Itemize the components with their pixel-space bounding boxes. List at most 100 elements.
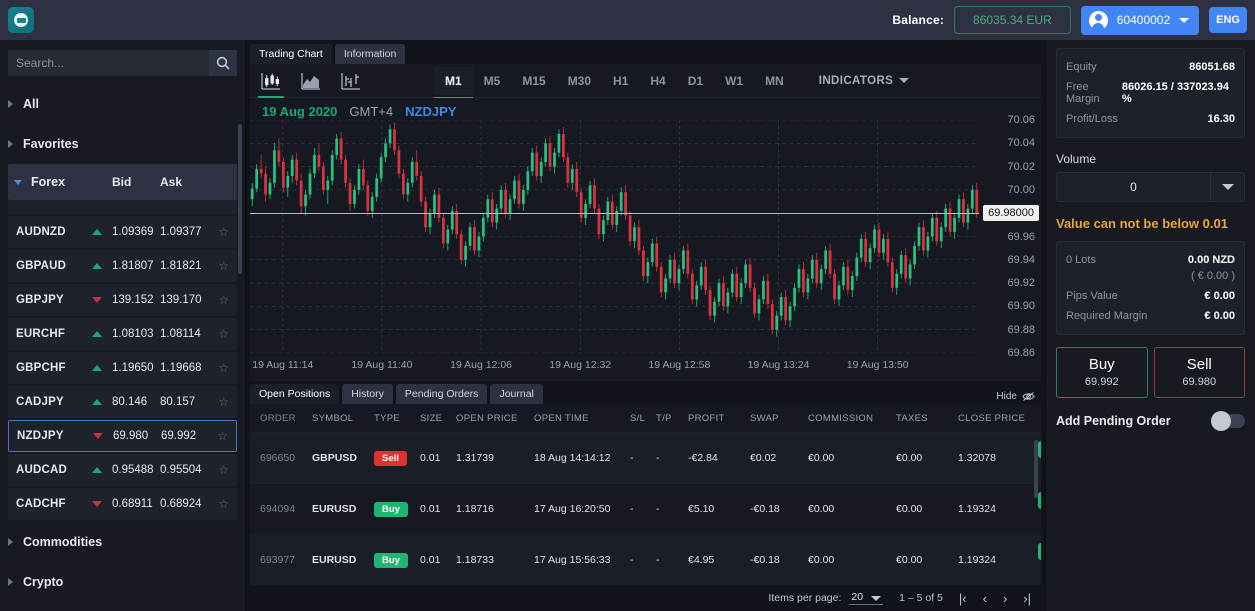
edit-button[interactable]: Edit bbox=[1038, 543, 1041, 560]
favorite-star-icon[interactable]: ☆ bbox=[218, 463, 229, 477]
volume-dropdown-button[interactable] bbox=[1210, 173, 1244, 201]
timeframe-m5[interactable]: M5 bbox=[473, 67, 512, 95]
timeframe-m30[interactable]: M30 bbox=[557, 67, 602, 95]
symbol-row-eurchf[interactable]: EURCHF 1.08103 1.08114 ☆ bbox=[8, 318, 237, 350]
tab-open-positions[interactable]: Open Positions bbox=[250, 384, 340, 404]
tab-journal[interactable]: Journal bbox=[490, 384, 543, 404]
symbol-row-gbpchf[interactable]: GBPCHF 1.19650 1.19668 ☆ bbox=[8, 352, 237, 384]
sidebar-group-crypto[interactable]: Crypto bbox=[0, 562, 245, 602]
chevron-down-icon bbox=[14, 179, 22, 185]
volume-input[interactable]: 0 bbox=[1056, 172, 1245, 202]
positions-table-wrap[interactable]: ORDER SYMBOL TYPE SIZE OPEN PRICE OPEN T… bbox=[250, 404, 1041, 585]
symbol-bid: 1.19650 bbox=[112, 362, 154, 374]
stat-value: 16.30 bbox=[1207, 113, 1235, 125]
candlestick-chart-icon[interactable] bbox=[256, 68, 286, 98]
search-input[interactable] bbox=[8, 50, 209, 76]
symbol-row-nzdjpy[interactable]: NZDJPY 69.980 69.992 ☆ bbox=[8, 420, 237, 452]
indicators-button[interactable]: INDICATORS bbox=[819, 75, 910, 87]
timeframe-d1[interactable]: D1 bbox=[677, 67, 714, 95]
favorite-star-icon[interactable]: ☆ bbox=[218, 225, 229, 239]
symbol-row-audnzd[interactable]: AUDNZD 1.09369 1.09377 ☆ bbox=[8, 216, 237, 248]
favorite-star-icon[interactable]: ☆ bbox=[218, 259, 229, 273]
sidebar-group-forex[interactable]: Forex Bid Ask bbox=[8, 164, 237, 200]
y-axis-tick: 70.02 bbox=[1007, 160, 1035, 173]
symbol-row-cadchf[interactable]: CADCHF 0.68911 0.68924 ☆ bbox=[8, 488, 237, 520]
sidebar-scrollbar[interactable] bbox=[238, 124, 242, 274]
table-scrollbar[interactable] bbox=[1034, 440, 1038, 498]
sell-button[interactable]: Sell 69.980 bbox=[1153, 347, 1245, 398]
symbol-row-gbpjpy[interactable]: GBPJPY 139.152 139.170 ☆ bbox=[8, 284, 237, 316]
y-axis-tick: 69.88 bbox=[1007, 323, 1035, 336]
symbol-ask: 1.19668 bbox=[160, 362, 202, 374]
edit-button[interactable]: Edit bbox=[1038, 441, 1041, 458]
chevron-right-icon bbox=[8, 100, 13, 108]
language-selector[interactable]: ENG bbox=[1209, 7, 1247, 33]
favorite-star-icon[interactable]: ☆ bbox=[218, 395, 229, 409]
symbol-list[interactable]: All Favorites Forex Bid Ask AUDNZD 1.0936… bbox=[0, 84, 245, 611]
sell-label: Sell bbox=[1186, 356, 1212, 373]
favorite-star-icon[interactable]: ☆ bbox=[217, 429, 228, 443]
symbol-ask: 0.95504 bbox=[160, 464, 202, 476]
volume-warning: Value can not be below 0.01 bbox=[1056, 216, 1245, 231]
last-page-button[interactable]: ›| bbox=[1023, 591, 1031, 606]
symbol-name: AUDCAD bbox=[16, 464, 68, 476]
volume-value: 0 bbox=[1130, 180, 1137, 194]
cell-commission: €0.00 bbox=[808, 452, 835, 464]
app-logo-icon[interactable] bbox=[8, 7, 34, 33]
sidebar-group-indeces[interactable]: Indeces bbox=[0, 602, 245, 611]
favorite-star-icon[interactable]: ☆ bbox=[218, 497, 229, 511]
symbol-row-gbpaud[interactable]: GBPAUD 1.81807 1.81821 ☆ bbox=[8, 250, 237, 282]
symbol-ask: 1.81821 bbox=[160, 260, 202, 272]
timeframe-mn[interactable]: MN bbox=[754, 67, 795, 95]
area-chart-icon[interactable] bbox=[296, 68, 326, 94]
hide-panel-button[interactable]: Hide bbox=[996, 391, 1035, 402]
chart-timezone: GMT+4 bbox=[349, 104, 394, 119]
favorite-star-icon[interactable]: ☆ bbox=[218, 293, 229, 307]
stat-label: Free Margin bbox=[1066, 81, 1100, 105]
favorite-star-icon[interactable]: ☆ bbox=[218, 361, 229, 375]
sidebar-group-label: Forex bbox=[31, 175, 66, 189]
symbol-bid: 69.980 bbox=[113, 430, 149, 442]
cell-profit: -€2.84 bbox=[688, 452, 718, 464]
buy-button[interactable]: Buy 69.992 bbox=[1056, 347, 1148, 398]
symbol-name: GBPJPY bbox=[16, 294, 64, 306]
cell-close-price: 1.32078 bbox=[958, 452, 996, 464]
search-icon bbox=[216, 56, 230, 70]
table-row[interactable]: 693977 EURUSD Buy 0.01 1.18733 17 Aug 15:56:3… bbox=[250, 534, 1041, 585]
timeframe-w1[interactable]: W1 bbox=[714, 67, 754, 95]
table-row[interactable]: 696650 GBPUSD Sell 0.01 1.31739 18 Aug 14:14:… bbox=[250, 432, 1041, 484]
symbol-row-audcad[interactable]: AUDCAD 0.95488 0.95504 ☆ bbox=[8, 454, 237, 486]
favorite-star-icon[interactable]: ☆ bbox=[218, 327, 229, 341]
timeframe-h1[interactable]: H1 bbox=[602, 67, 639, 95]
timeframe-h4[interactable]: H4 bbox=[639, 67, 676, 95]
price-chart[interactable]: 19 Aug 2020 GMT+4 NZDJPY 70.06 70.04 70.02… bbox=[250, 98, 1041, 381]
balance-value: 86035.34 EUR bbox=[954, 6, 1071, 34]
symbol-row-cadjpy[interactable]: CADJPY 80.146 80.157 ☆ bbox=[8, 386, 237, 418]
items-per-page-select[interactable]: 20 bbox=[849, 591, 884, 605]
timeframe-m1[interactable]: M1 bbox=[434, 66, 473, 99]
sidebar-group-favorites[interactable]: Favorites bbox=[0, 124, 245, 164]
search-button[interactable] bbox=[209, 50, 237, 76]
tab-trading-chart[interactable]: Trading Chart bbox=[250, 44, 332, 64]
cell-sl: - bbox=[630, 503, 634, 515]
first-page-button[interactable]: |‹ bbox=[959, 591, 967, 606]
toggle-knob bbox=[1211, 411, 1231, 431]
symbol-ask: 69.992 bbox=[161, 430, 197, 442]
prev-page-button[interactable]: ‹ bbox=[983, 591, 987, 606]
tab-information[interactable]: Information bbox=[334, 44, 406, 64]
chart-plot-area[interactable] bbox=[250, 119, 979, 354]
bar-chart-icon[interactable] bbox=[336, 68, 366, 94]
next-page-button[interactable]: › bbox=[1003, 591, 1007, 606]
list-item[interactable] bbox=[8, 200, 237, 214]
y-axis-tick: 70.06 bbox=[1007, 114, 1035, 126]
tab-history[interactable]: History bbox=[342, 384, 393, 404]
account-selector[interactable]: 60400002 bbox=[1080, 5, 1200, 35]
edit-button[interactable]: Edit bbox=[1038, 492, 1041, 509]
sidebar-group-commodities[interactable]: Commodities bbox=[0, 522, 245, 562]
trade-summary: 0 Lots 0.00 NZD ( € 0.00 ) Pips Value € … bbox=[1056, 241, 1245, 335]
table-row[interactable]: 694094 EURUSD Buy 0.01 1.18716 17 Aug 16:20:5… bbox=[250, 483, 1041, 535]
sidebar-group-all[interactable]: All bbox=[0, 84, 245, 124]
tab-pending-orders[interactable]: Pending Orders bbox=[395, 384, 488, 404]
timeframe-m15[interactable]: M15 bbox=[511, 67, 556, 95]
pending-order-toggle[interactable] bbox=[1211, 411, 1245, 431]
